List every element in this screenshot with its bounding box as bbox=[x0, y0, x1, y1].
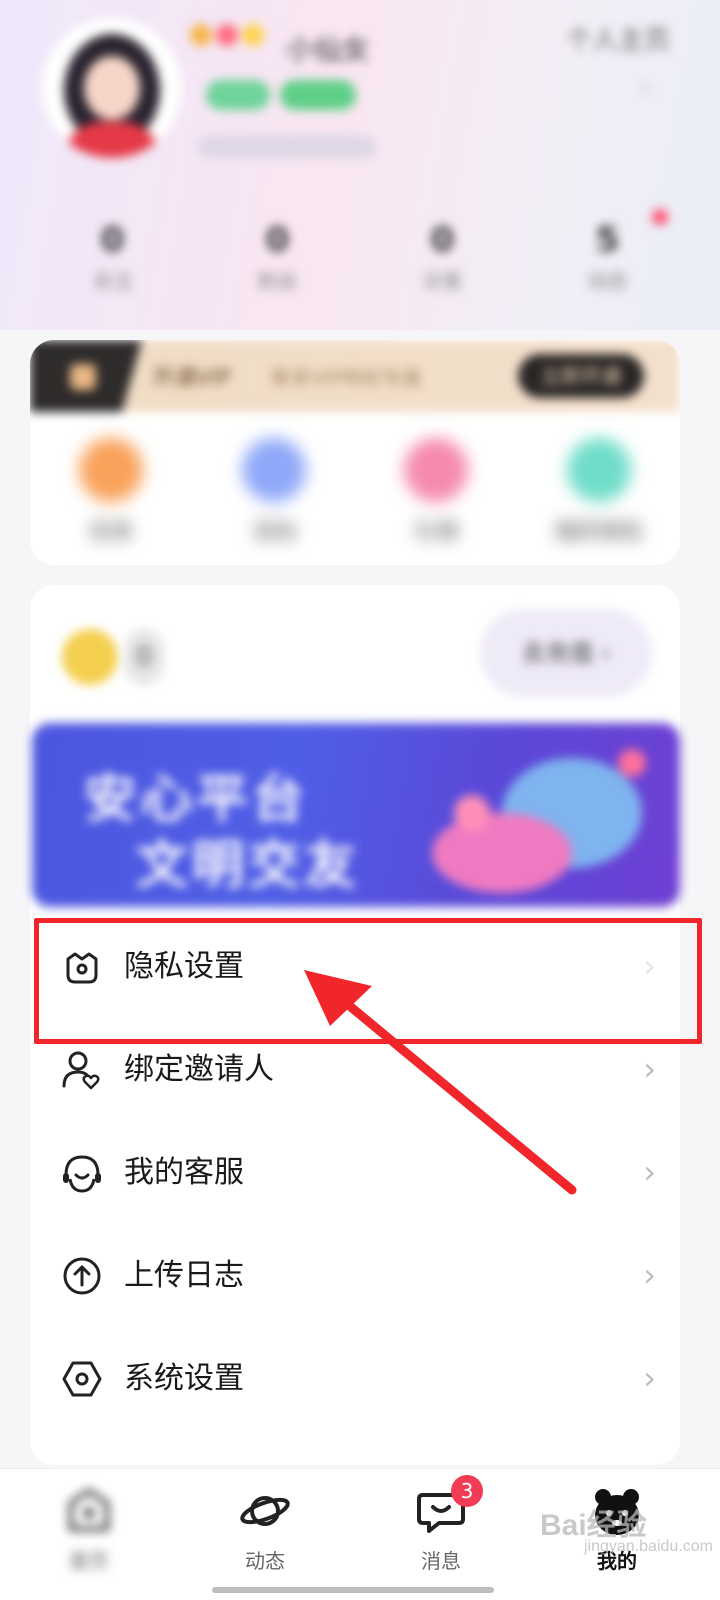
stat-label: 动态 bbox=[587, 269, 628, 293]
baidu-watermark: Bai经验 jingyan.baidu.com bbox=[540, 1500, 713, 1556]
chevron-right-icon: › bbox=[643, 1153, 656, 1191]
stat-label: 访客 bbox=[422, 269, 463, 293]
notification-dot bbox=[652, 209, 668, 225]
stat-fans[interactable]: 0 粉丝 bbox=[195, 215, 360, 315]
user-id bbox=[198, 136, 376, 158]
chevron-right-icon: › bbox=[643, 1359, 656, 1397]
wallet-icon bbox=[566, 438, 631, 502]
stat-number: 0 bbox=[265, 220, 290, 260]
vip-description: 尊享VIP特权专属 bbox=[270, 366, 422, 390]
watermark-subtext: jingyan.baidu.com bbox=[584, 1538, 713, 1555]
nav-home[interactable]: 首页 bbox=[34, 1483, 144, 1574]
stat-label: 关注 bbox=[92, 269, 133, 293]
promo-banner[interactable]: 安心平台 文明交友 bbox=[32, 723, 680, 907]
message-icon: 3 bbox=[413, 1475, 483, 1539]
stat-label: 粉丝 bbox=[257, 269, 298, 293]
stat-visitors[interactable]: 0 访客 bbox=[360, 215, 525, 315]
menu-item-upload-log[interactable]: 上传日志 › bbox=[30, 1224, 680, 1327]
annotation-highlight-box bbox=[34, 918, 702, 1044]
vip-banner[interactable]: 开通VIP 尊享VIP特权专属 立即开通 bbox=[30, 340, 680, 412]
quick-action-wallet[interactable]: 我的钱包 bbox=[518, 432, 681, 552]
menu-item-system-settings[interactable]: 系统设置 › bbox=[30, 1327, 680, 1430]
menu-item-label: 系统设置 bbox=[124, 1361, 244, 1396]
stat-posts[interactable]: 5 动态 bbox=[525, 209, 690, 315]
activity-icon bbox=[241, 438, 306, 502]
quick-action-task[interactable]: 任务 bbox=[30, 432, 193, 552]
upload-log-icon bbox=[60, 1254, 104, 1298]
stat-number: 0 bbox=[430, 220, 455, 260]
nickname-text: 小仙女 bbox=[286, 33, 371, 66]
system-settings-icon bbox=[60, 1357, 104, 1401]
vip-crown-icon bbox=[70, 364, 96, 390]
home-indicator[interactable] bbox=[212, 1587, 494, 1593]
menu-item-label: 上传日志 bbox=[124, 1258, 244, 1293]
avatar[interactable] bbox=[42, 18, 182, 158]
planet-icon bbox=[237, 1483, 293, 1539]
recharge-button[interactable]: 去充值 › bbox=[480, 609, 652, 697]
vip-title: 开通VIP bbox=[152, 366, 231, 391]
stat-following[interactable]: 0 关注 bbox=[30, 215, 195, 315]
avatar-image bbox=[42, 18, 182, 158]
quick-action-label: 礼物 bbox=[414, 520, 459, 545]
home-icon bbox=[61, 1483, 117, 1539]
banner-title-line2: 文明交友 bbox=[136, 836, 361, 896]
coin-count: 0 bbox=[124, 629, 164, 685]
stats-row: 0 关注 0 粉丝 0 访客 5 动态 bbox=[30, 209, 690, 315]
quick-action-label: 活动 bbox=[251, 520, 296, 545]
chevron-right-icon: › bbox=[640, 70, 652, 103]
vip-open-button[interactable]: 立即开通 bbox=[518, 354, 644, 398]
menu-item-customer-service[interactable]: 我的客服 › bbox=[30, 1121, 680, 1224]
vip-card: 开通VIP 尊享VIP特权专属 立即开通 任务 活动 礼物 我的钱包 bbox=[30, 340, 680, 565]
nav-label: 消息 bbox=[421, 1549, 461, 1573]
nickname-decoration-icon bbox=[190, 24, 264, 46]
banner-illustration bbox=[432, 749, 646, 893]
menu-item-label: 我的客服 bbox=[124, 1155, 244, 1190]
nav-messages[interactable]: 3 消息 bbox=[386, 1475, 496, 1574]
nav-label: 动态 bbox=[245, 1549, 285, 1573]
tag-badge bbox=[280, 80, 356, 110]
message-count-badge: 3 bbox=[451, 1475, 483, 1507]
coin-icon bbox=[62, 629, 118, 685]
nav-moments[interactable]: 动态 bbox=[210, 1483, 320, 1574]
quick-action-gift[interactable]: 礼物 bbox=[355, 432, 518, 552]
task-icon bbox=[79, 438, 144, 502]
banner-title-line1: 安心平台 bbox=[84, 770, 309, 830]
nav-label: 首页 bbox=[69, 1549, 109, 1573]
quick-action-activity[interactable]: 活动 bbox=[193, 432, 356, 552]
tag-badge bbox=[206, 80, 270, 110]
chevron-right-icon: › bbox=[643, 1256, 656, 1294]
customer-service-icon bbox=[60, 1151, 104, 1195]
bind-inviter-icon bbox=[60, 1048, 104, 1092]
gift-icon bbox=[404, 438, 469, 502]
nickname: 小仙女 bbox=[190, 24, 370, 66]
quick-action-label: 我的钱包 bbox=[554, 520, 643, 545]
user-tags bbox=[206, 80, 356, 110]
profile-home-link[interactable]: 个人主页 bbox=[500, 20, 670, 56]
quick-action-label: 任务 bbox=[89, 520, 134, 545]
stat-number: 0 bbox=[100, 220, 125, 260]
quick-actions: 任务 活动 礼物 我的钱包 bbox=[30, 432, 680, 552]
